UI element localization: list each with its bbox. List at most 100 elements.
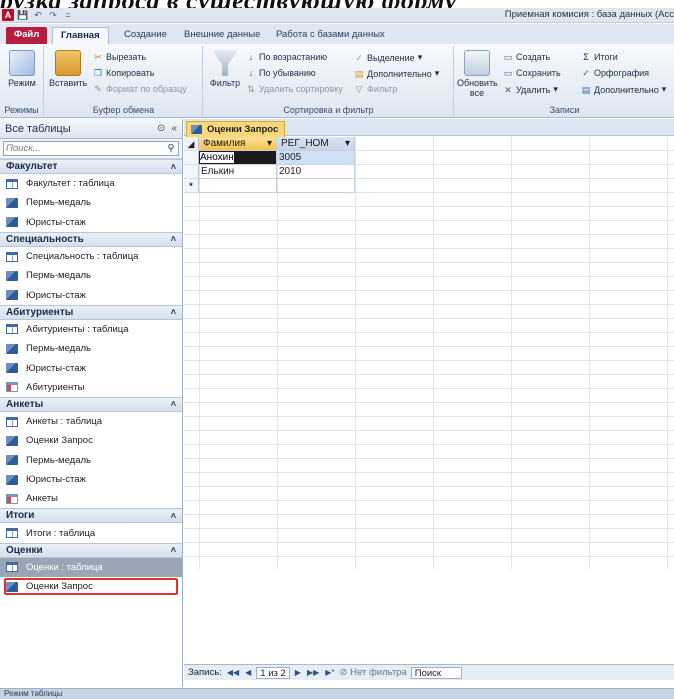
group-label-sort-filter: Сортировка и фильтр (283, 105, 374, 115)
nav-item-query[interactable]: Оценки Запрос (0, 431, 182, 450)
tab-create[interactable]: Создание (116, 27, 175, 44)
table-cell[interactable]: Елькин (199, 165, 277, 179)
new-record-row: * (184, 179, 355, 193)
nav-item-label: Пермь-медаль (26, 454, 91, 466)
table-row: Анохин 3005 (184, 151, 355, 165)
nav-item-table[interactable]: Абитуриенты : таблица (0, 320, 182, 339)
nav-group-header[interactable]: Анкеты ˄ (0, 396, 182, 412)
nav-item-table[interactable]: Оценки : таблица (0, 557, 182, 578)
collapse-chevron-icon[interactable]: ˄ (171, 234, 176, 244)
nav-item-label: Оценки Запрос (26, 581, 93, 593)
redo-icon[interactable]: ↷ (47, 9, 59, 21)
chevron-down-icon[interactable]: ▾ (267, 137, 272, 150)
record-search-input[interactable]: Поиск (410, 666, 463, 679)
record-position-input[interactable]: 1 из 2 (256, 666, 290, 679)
new-row-marker[interactable]: * (184, 179, 199, 193)
next-record-button[interactable]: ▶ (294, 668, 302, 677)
nav-item-table[interactable]: Итоги : таблица (0, 523, 182, 542)
nav-item-label: Анкеты (26, 493, 58, 505)
tab-database-tools[interactable]: Работа с базами данных (268, 27, 393, 44)
nav-group-header[interactable]: Итоги ˄ (0, 508, 182, 524)
tab-external-data[interactable]: Внешние данные (176, 27, 268, 44)
nav-item-table[interactable]: Факультет : таблица (0, 174, 182, 193)
nav-item-query[interactable]: Юристы-стаж (0, 470, 182, 489)
nav-item-query[interactable]: Юристы-стаж (0, 285, 182, 304)
customize-qat-icon[interactable]: = (62, 9, 74, 21)
first-record-button[interactable]: ◀◀ (226, 668, 240, 677)
nav-group-header[interactable]: Специальность ˄ (0, 231, 182, 247)
column-header-reg-nom[interactable]: РЕГ_НОМ ▾ (277, 137, 355, 151)
delete-record-button[interactable]: ✕ Удалить ▾ (503, 84, 558, 95)
sort-desc-icon: ↓ (248, 68, 254, 78)
nav-item-label: Пермь-медаль (26, 197, 91, 209)
save-icon[interactable]: 💾 (17, 9, 29, 21)
copy-button[interactable]: ❐ Копировать (93, 68, 155, 78)
collapse-chevron-icon[interactable]: ˄ (171, 545, 176, 555)
nav-item-form[interactable]: Анкеты (0, 489, 182, 508)
chevron-down-icon[interactable]: ▾ (345, 137, 350, 150)
filter-button[interactable]: Фильтр (208, 50, 242, 88)
nav-item-query[interactable]: Пермь-медаль (0, 193, 182, 212)
advanced-filter-button[interactable]: ▤ Дополнительно ▾ (354, 68, 440, 79)
table-cell[interactable] (199, 179, 277, 193)
table-cell[interactable]: 2010 (277, 165, 355, 179)
access-app-icon[interactable]: A (2, 9, 14, 21)
form-icon (6, 493, 18, 504)
save-record-button[interactable]: ▭ Сохранить (503, 68, 561, 78)
undo-icon[interactable]: ↶ (32, 9, 44, 21)
nav-group-header[interactable]: Факультет ˄ (0, 159, 182, 174)
table-cell[interactable]: Анохин (199, 151, 277, 165)
document-tab-query[interactable]: Оценки Запрос (186, 121, 286, 137)
nav-item-table[interactable]: Специальность : таблица (0, 247, 182, 266)
paste-button[interactable]: Вставить (49, 50, 87, 88)
nav-pane-header[interactable]: Все таблицы ⊙ « (0, 119, 182, 139)
nav-group-header[interactable]: Абитуриенты ˄ (0, 304, 182, 320)
new-record-button[interactable]: ▭ Создать (503, 52, 550, 62)
collapse-chevron-icon[interactable]: ˄ (171, 399, 176, 409)
nav-item-query[interactable]: Пермь-медаль (0, 339, 182, 358)
selection-button[interactable]: ✓ Выделение ▾ (354, 52, 422, 63)
nav-item-query[interactable]: Юристы-стаж (0, 213, 182, 232)
table-row: Елькин 2010 (184, 165, 355, 179)
nav-item-table[interactable]: Анкеты : таблица (0, 412, 182, 431)
nav-group-header[interactable]: Оценки ˄ (0, 542, 182, 558)
table-cell[interactable] (277, 179, 355, 193)
more-records-button[interactable]: ▤ Дополнительно ▾ (581, 84, 667, 95)
sort-desc-button[interactable]: ↓ По убыванию (246, 68, 316, 78)
refresh-all-button[interactable]: Обновить все (457, 50, 498, 98)
row-selector[interactable] (184, 151, 199, 165)
nav-dropdown-icon[interactable]: ⊙ (157, 123, 165, 134)
collapse-chevron-icon[interactable]: ˄ (171, 307, 176, 317)
toggle-filter-button[interactable]: ▽ Фильтр (354, 84, 398, 94)
nav-item-query[interactable]: Пермь-медаль (0, 266, 182, 285)
cut-button[interactable]: ✂ Вырезать (93, 52, 146, 62)
column-header-familiya[interactable]: Фамилия ▾ (199, 137, 277, 151)
search-icon[interactable]: ⚲ (164, 143, 178, 154)
filter-status[interactable]: ⊘ Нет фильтра (340, 667, 407, 678)
view-button[interactable]: Режим (4, 50, 40, 88)
table-cell[interactable]: 3005 (277, 151, 355, 165)
nav-item-query[interactable]: Юристы-стаж (0, 358, 182, 377)
sigma-icon: Σ (583, 52, 589, 62)
query-icon (191, 125, 202, 134)
select-all-corner[interactable]: ◢ (184, 137, 199, 151)
tab-home[interactable]: Главная (52, 27, 109, 44)
sort-asc-button[interactable]: ↓ По возрастанию (246, 52, 327, 62)
row-selector[interactable] (184, 165, 199, 179)
collapse-chevron-icon[interactable]: ˄ (171, 162, 176, 172)
totals-button[interactable]: Σ Итоги (581, 52, 618, 62)
format-painter-button[interactable]: ✎ Формат по образцу (93, 84, 186, 94)
new-record-nav-button[interactable]: ▶* (324, 668, 335, 677)
nav-item-form[interactable]: Абитуриенты (0, 378, 182, 397)
collapse-chevron-icon[interactable]: ˄ (171, 511, 176, 521)
nav-search-input[interactable] (4, 142, 164, 155)
prev-record-button[interactable]: ◀ (244, 668, 252, 677)
collapse-pane-icon[interactable]: « (171, 123, 177, 134)
nav-item-query[interactable]: Пермь-медаль (0, 451, 182, 470)
tab-file[interactable]: Файл (6, 27, 48, 44)
nav-item-query[interactable]: Оценки Запрос (3, 577, 179, 596)
last-record-button[interactable]: ▶▶ (306, 668, 320, 677)
query-icon (6, 197, 18, 208)
remove-sort-button[interactable]: ⇅ Удалить сортировку (246, 84, 343, 94)
spelling-button[interactable]: ✓ Орфография (581, 68, 649, 78)
